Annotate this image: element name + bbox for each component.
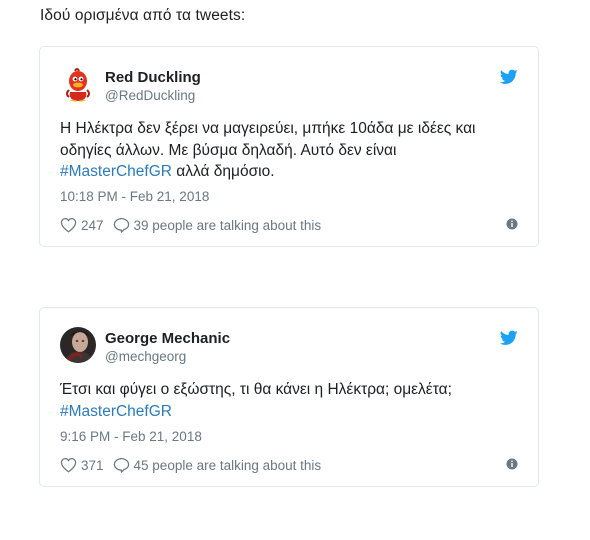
avatar-george-mechanic[interactable]	[60, 327, 96, 363]
tweet-text-line: οδηγίες άλλων. Με βύσμα δηλαδή. Αυτό δεν…	[60, 141, 397, 159]
tweet-timestamp[interactable]: 9:16 PM - Feb 21, 2018	[60, 429, 202, 444]
twitter-bird-icon[interactable]	[499, 69, 518, 85]
tweet-actions: 247 39 people are talking about this	[60, 215, 518, 235]
tweet-text-suffix: αλλά δημόσιο.	[171, 163, 275, 180]
speech-bubble-icon[interactable]	[113, 457, 130, 473]
embedded-tweet[interactable]: Red Duckling @RedDuckling Η Ηλέκτρα δεν …	[39, 46, 539, 247]
tweet-text-line: #MasterChefGR	[60, 401, 520, 423]
embedded-tweet[interactable]: George Mechanic @mechgeorg Έτσι και φύγε…	[39, 307, 539, 487]
tweet-text-line: Έτσι και φύγει ο εξώστης, τι θα κάνει η …	[60, 381, 452, 398]
hashtag-link[interactable]: #MasterChefGR	[60, 163, 172, 180]
talking-about-link[interactable]: 39 people are talking about this	[134, 218, 322, 233]
intro-text: Ιδού ορισμένα από τα tweets:	[40, 7, 246, 24]
info-icon[interactable]	[506, 458, 518, 470]
info-icon[interactable]	[506, 218, 518, 230]
author-handle[interactable]: @mechgeorg	[105, 349, 186, 364]
author-name[interactable]: Red Duckling	[105, 69, 201, 86]
tweet-text: Έτσι και φύγει ο εξώστης, τι θα κάνει η …	[60, 379, 520, 422]
author-handle[interactable]: @RedDuckling	[105, 88, 195, 103]
author-name[interactable]: George Mechanic	[105, 330, 230, 347]
tweet-timestamp[interactable]: 10:18 PM - Feb 21, 2018	[60, 189, 209, 204]
like-count[interactable]: 247	[81, 218, 104, 233]
twitter-bird-icon[interactable]	[499, 330, 518, 346]
avatar-red-duckling[interactable]	[60, 66, 96, 102]
heart-icon[interactable]	[60, 217, 77, 233]
tweet-actions: 371 45 people are talking about this	[60, 455, 518, 475]
speech-bubble-icon[interactable]	[113, 217, 130, 233]
hashtag-link[interactable]: #MasterChefGR	[60, 403, 172, 420]
like-count[interactable]: 371	[81, 458, 104, 473]
heart-icon[interactable]	[60, 457, 77, 473]
tweet-text-line: Η Ηλέκτρα δεν ξέρει να μαγειρεύει, μπήκε…	[60, 120, 476, 137]
talking-about-link[interactable]: 45 people are talking about this	[134, 458, 322, 473]
tweet-text-line: #MasterChefGR αλλά δημόσιο.	[60, 161, 520, 183]
tweet-text: Η Ηλέκτρα δεν ξέρει να μαγειρεύει, μπήκε…	[60, 118, 520, 183]
